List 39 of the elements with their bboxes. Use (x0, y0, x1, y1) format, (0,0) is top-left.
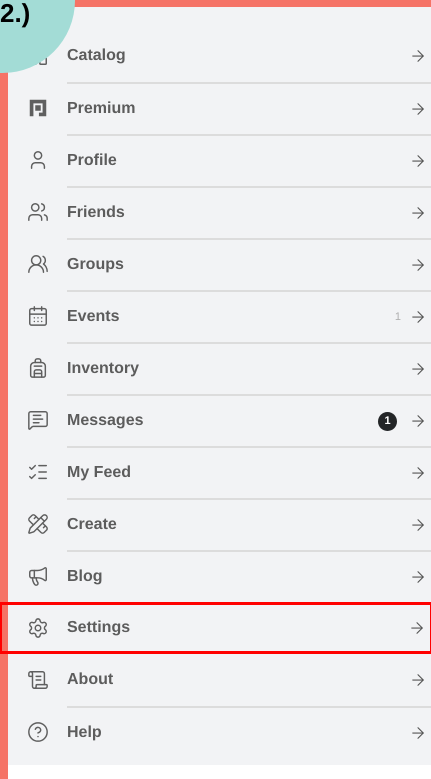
message-icon (26, 409, 48, 431)
menu-label: About (67, 670, 114, 690)
menu-item[interactable]: Events 1 (8, 290, 431, 342)
menu-item[interactable]: Profile (8, 134, 431, 186)
step-label: 2.) (0, 0, 30, 26)
menu-item[interactable]: Premium (8, 82, 431, 134)
document-icon (26, 669, 48, 691)
help-icon (26, 721, 48, 743)
menu-label: Messages (67, 411, 144, 431)
menu-item[interactable]: Inventory (8, 342, 431, 394)
menu-item[interactable]: Settings (0, 602, 431, 654)
megaphone-icon (26, 565, 48, 587)
count-label: 1 (394, 310, 401, 325)
menu-label: Settings (67, 618, 132, 638)
group-icon (26, 253, 48, 275)
menu-label: Blog (67, 567, 104, 587)
menu-item[interactable]: About (8, 654, 431, 706)
users-icon (26, 201, 48, 223)
menu-label: Inventory (67, 359, 140, 379)
menu-item[interactable]: My Feed (8, 446, 431, 498)
notification-badge: 1 (378, 412, 397, 430)
menu-item[interactable]: Messages 1 (8, 394, 431, 446)
menu-label: Catalog (67, 46, 127, 66)
calendar-icon (26, 305, 48, 327)
menu-label: My Feed (67, 463, 132, 483)
menu-item[interactable]: Groups (8, 238, 431, 290)
menu-item[interactable]: Friends (8, 186, 431, 238)
menu-label: Premium (67, 99, 136, 119)
menu-label: Create (67, 515, 118, 535)
menu-label: Help (67, 723, 103, 743)
menu-label: Events (67, 307, 120, 327)
menu-label: Profile (67, 151, 118, 171)
menu-item[interactable]: Create (8, 498, 431, 550)
pencil-ruler-icon (26, 513, 48, 535)
menu-label: Friends (67, 203, 126, 223)
menu-item[interactable]: Help (8, 706, 431, 758)
menu-label: Groups (67, 255, 125, 275)
settings-icon (26, 617, 48, 639)
menu-item[interactable]: Blog (8, 550, 431, 602)
